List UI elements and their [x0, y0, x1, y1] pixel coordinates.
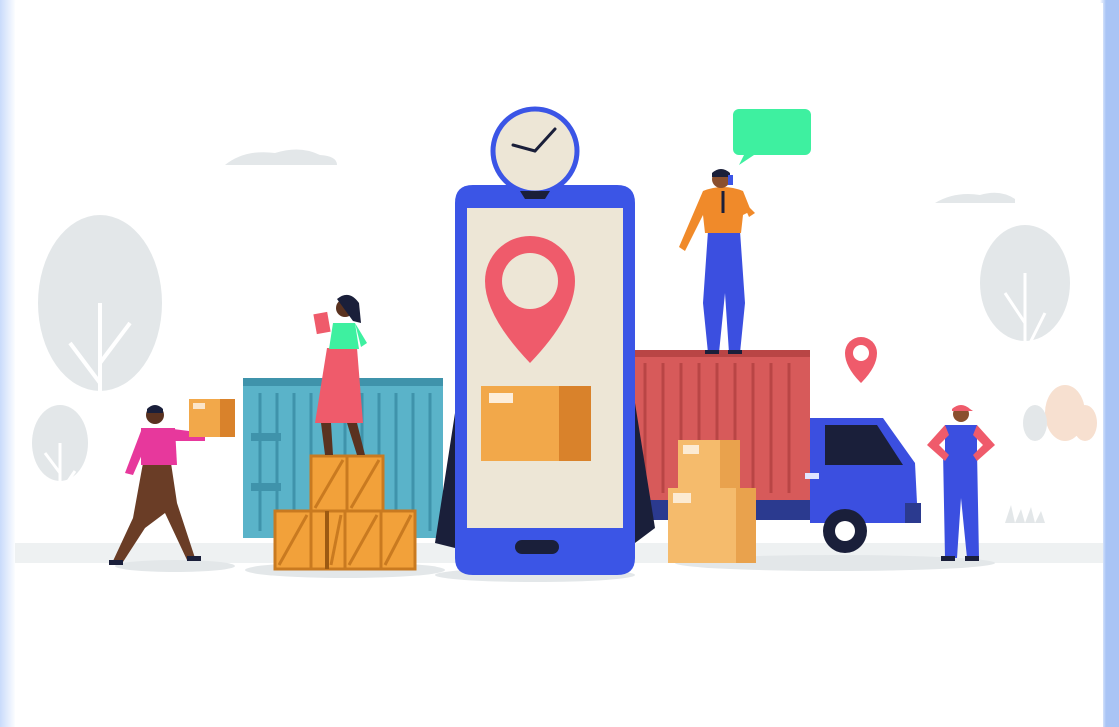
parcel-box-icon	[481, 386, 591, 461]
delivery-worker	[927, 405, 995, 561]
cloud-right	[935, 192, 1015, 203]
shadow-person-left	[115, 560, 235, 572]
delivery-illustration	[15, 106, 1103, 582]
crate	[273, 509, 417, 571]
illustration-canvas	[15, 3, 1103, 727]
man-on-phone	[679, 169, 755, 354]
tree-left-small	[32, 405, 88, 523]
cloud-left	[225, 149, 337, 165]
chat-bubble-icon	[733, 109, 811, 165]
crate	[309, 454, 385, 513]
map-pin-small-icon	[845, 337, 877, 383]
image-frame	[0, 0, 1119, 727]
tree-right-orange	[1023, 385, 1097, 441]
ground-grass-right	[1005, 505, 1045, 523]
